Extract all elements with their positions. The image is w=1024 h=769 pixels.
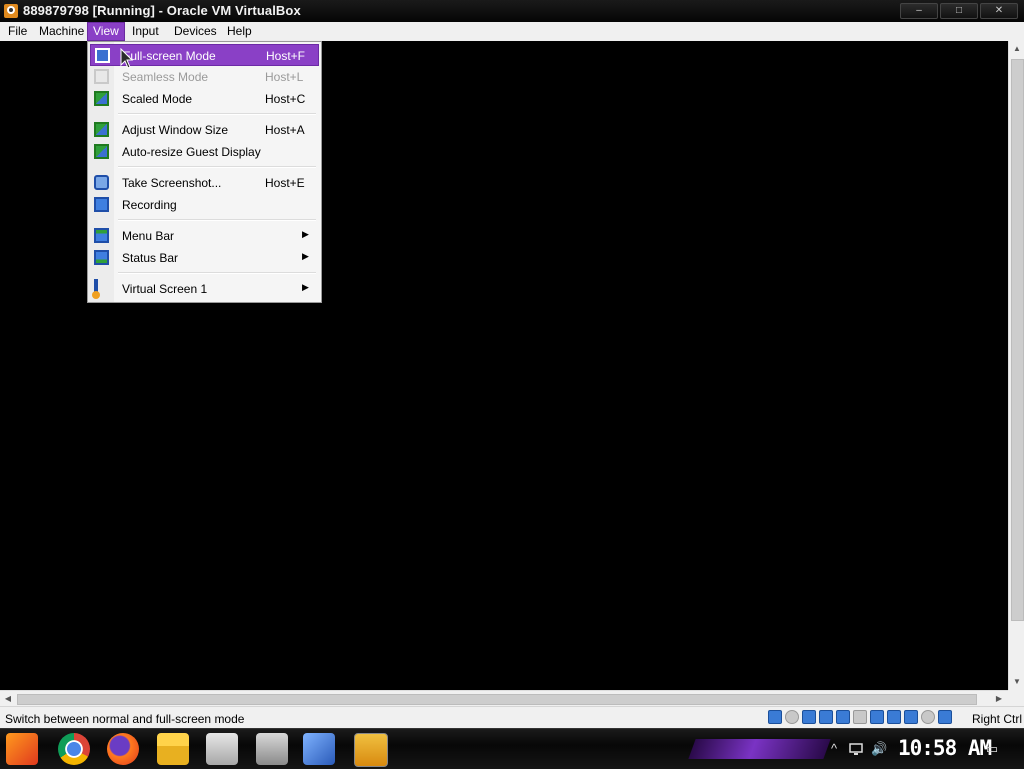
hard-disk-icon[interactable]: [768, 710, 782, 724]
display-icon[interactable]: [870, 710, 884, 724]
menu-separator: [118, 113, 316, 115]
menu-item-label: Seamless Mode: [122, 70, 209, 84]
menu-item-label: Menu Bar: [122, 229, 175, 243]
audio-icon[interactable]: [802, 710, 816, 724]
seamless-icon: [94, 69, 109, 84]
menu-devices[interactable]: Devices: [169, 22, 222, 41]
menu-item-take-screenshot[interactable]: Take Screenshot... Host+E: [90, 172, 319, 194]
view-menu-dropdown: Full-screen Mode Host+F Seamless Mode Ho…: [87, 41, 322, 303]
virtualbox-app-icon[interactable]: [3, 3, 19, 19]
menu-item-label: Status Bar: [122, 251, 179, 265]
menu-input[interactable]: Input: [127, 22, 164, 41]
menu-item-shortcut: Host+L: [265, 70, 304, 84]
menu-separator: [118, 219, 316, 221]
photos-icon[interactable]: [206, 733, 238, 765]
virtual-machine-icon[interactable]: [256, 733, 288, 765]
maximize-button[interactable]: □: [940, 3, 978, 19]
menu-bar: File Machine View Input Devices Help: [0, 22, 1024, 42]
menu-bar-icon: [94, 228, 109, 243]
chrome-icon[interactable]: [58, 733, 90, 765]
submenu-arrow-icon: ▶: [302, 229, 309, 239]
taskbar-clock[interactable]: 10:58 AM: [898, 736, 992, 760]
scroll-down-icon[interactable]: ▼: [1012, 677, 1022, 687]
menu-item-auto-resize[interactable]: Auto-resize Guest Display: [90, 141, 319, 163]
menu-item-shortcut: Host+F: [266, 49, 306, 63]
close-button[interactable]: ✕: [980, 3, 1018, 19]
optical-drive-icon[interactable]: [785, 710, 799, 724]
start-icon[interactable]: [6, 733, 38, 765]
virtual-screen-icon: [94, 279, 98, 297]
network-icon[interactable]: [819, 710, 833, 724]
menu-item-scaled-mode[interactable]: Scaled Mode Host+C: [90, 88, 319, 110]
scroll-right-icon[interactable]: ▶: [994, 694, 1004, 704]
menu-item-label: Virtual Screen 1: [122, 282, 208, 296]
menu-item-recording[interactable]: Recording: [90, 194, 319, 216]
menu-item-shortcut: Host+E: [265, 176, 305, 190]
menu-item-label: Adjust Window Size: [122, 123, 229, 137]
mouse-integration-icon[interactable]: [921, 710, 935, 724]
host-key-label: Right Ctrl: [971, 712, 1022, 726]
title-bar: 889879798 [Running] - Oracle VM VirtualB…: [0, 0, 1024, 22]
menu-separator: [118, 166, 316, 168]
horizontal-scroll-thumb[interactable]: [17, 694, 977, 705]
firefox-icon[interactable]: [107, 733, 139, 765]
shared-folder-icon[interactable]: [853, 710, 867, 724]
menu-separator: [118, 272, 316, 274]
menu-item-menu-bar[interactable]: Menu Bar ▶: [90, 225, 319, 247]
menu-item-adjust-window-size[interactable]: Adjust Window Size Host+A: [90, 119, 319, 141]
screenshot-icon: [94, 175, 109, 190]
scroll-up-icon[interactable]: ▲: [1012, 44, 1022, 54]
menu-item-label: Full-screen Mode: [123, 49, 216, 63]
auto-resize-icon: [94, 144, 109, 159]
scroll-corner: [1008, 690, 1024, 706]
scaled-icon: [94, 91, 109, 106]
submenu-arrow-icon: ▶: [302, 282, 309, 292]
status-bar-icon: [94, 250, 109, 265]
menu-machine[interactable]: Machine: [34, 22, 89, 41]
mouse-cursor-icon: [120, 47, 134, 70]
vertical-scroll-thumb[interactable]: [1011, 59, 1024, 621]
taskbar-decoration: [688, 739, 831, 759]
status-bar: Switch between normal and full-screen mo…: [0, 706, 1024, 729]
volume-icon[interactable]: 🔊: [871, 741, 887, 757]
virtualization-icon[interactable]: [904, 710, 918, 724]
usb-icon[interactable]: [836, 710, 850, 724]
horizontal-scrollbar[interactable]: ◀ ▶: [0, 690, 1008, 707]
recording-icon: [94, 197, 109, 212]
taskbar: ^ 🔊 10:58 AM ▭: [0, 728, 1024, 769]
vertical-scrollbar[interactable]: ▲ ▼: [1008, 41, 1024, 690]
fullscreen-icon: [95, 48, 110, 63]
menu-item-label: Recording: [122, 198, 177, 212]
menu-item-label: Take Screenshot...: [122, 176, 222, 190]
scroll-left-icon[interactable]: ◀: [3, 694, 13, 704]
notification-icon[interactable]: ▭: [984, 741, 1000, 757]
penguin-app-icon[interactable]: [354, 733, 388, 767]
minimize-button[interactable]: –: [900, 3, 938, 19]
menu-item-shortcut: Host+C: [265, 92, 306, 106]
status-message: Switch between normal and full-screen mo…: [5, 712, 245, 726]
menu-item-label: Auto-resize Guest Display: [122, 145, 261, 159]
menu-item-label: Scaled Mode: [122, 92, 193, 106]
show-hidden-icon[interactable]: ^: [826, 741, 842, 757]
menu-file[interactable]: File: [3, 22, 32, 41]
window-title: 889879798 [Running] - Oracle VM VirtualB…: [23, 3, 301, 18]
video-capture-icon[interactable]: [887, 710, 901, 724]
menu-item-shortcut: Host+A: [265, 123, 305, 137]
adjust-window-icon: [94, 122, 109, 137]
virtualbox-icon[interactable]: [303, 733, 335, 765]
menu-view[interactable]: View: [87, 22, 125, 41]
keyboard-icon[interactable]: [938, 710, 952, 724]
file-explorer-icon[interactable]: [157, 733, 189, 765]
menu-item-virtual-screen-1[interactable]: Virtual Screen 1 ▶: [90, 278, 319, 300]
menu-help[interactable]: Help: [222, 22, 257, 41]
network-tray-icon[interactable]: [848, 741, 864, 757]
menu-item-status-bar[interactable]: Status Bar ▶: [90, 247, 319, 269]
submenu-arrow-icon: ▶: [302, 251, 309, 261]
